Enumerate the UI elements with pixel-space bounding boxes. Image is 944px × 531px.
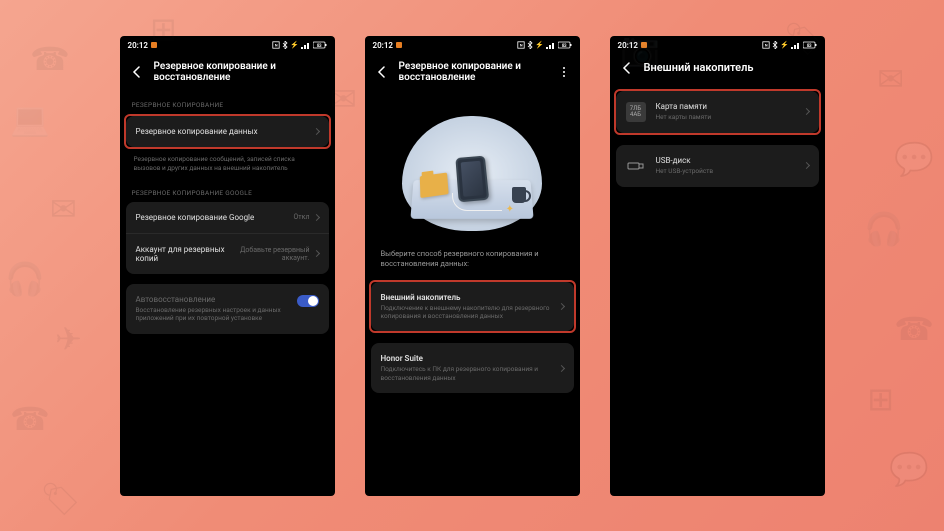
row-external-storage[interactable]: Внешний накопитель Подключение к внешнем… [371,282,574,332]
svg-text:N: N [765,43,768,48]
signal-icon [301,41,311,49]
google-backup-label: Резервное копирование Google [136,213,294,222]
sd-card-icon: 7ЛБ4АБ [626,102,646,122]
row-autorestore[interactable]: Автовосстановление Восстановление резерв… [126,284,329,334]
mute-icon: ⚡ [290,41,298,49]
row-honor-suite[interactable]: Honor Suite Подключитесь к ПК для резерв… [371,343,574,393]
google-backup-group: Резервное копирование Google Откл Аккаун… [126,202,329,274]
backup-prompt: Выберите способ резервного копирования и… [371,241,574,280]
autorestore-toggle[interactable] [297,295,319,307]
section-label-backup: РЕЗЕРВНОЕ КОПИРОВАНИЕ [126,91,329,114]
title-bar: Резервное копирование и восстановление [120,53,335,91]
backup-account-label: Аккаунт для резервных копий [136,245,240,263]
section-label-google: РЕЗЕРВНОЕ КОПИРОВАНИЕ GOOGLE [126,179,329,202]
backup-illustration: ✦ [402,116,542,231]
honor-suite-label: Honor Suite [381,354,559,363]
mute-icon: ⚡ [535,41,543,49]
bluetooth-icon [527,41,533,49]
nfc-icon: N [272,41,280,49]
external-storage-sub: Подключение к внешнему накопителю для ре… [381,304,559,321]
svg-text:N: N [275,43,278,48]
status-time: 20:12 [373,41,393,50]
battery-icon: 83 [313,41,327,49]
honor-suite-sub: Подключитесь к ПК для резервного копиров… [381,365,559,382]
chevron-right-icon [557,365,564,372]
notification-icon [396,42,402,48]
signal-icon [546,41,556,49]
bluetooth-icon [772,41,778,49]
chevron-right-icon [312,127,319,134]
external-storage-label: Внешний накопитель [381,293,559,302]
google-backup-value: Откл [293,213,309,221]
row-backup-account[interactable]: Аккаунт для резервных копий Добавьте рез… [126,234,329,274]
back-button[interactable] [130,65,144,79]
highlight-box: Внешний накопитель Подключение к внешнем… [369,280,576,334]
row-backup-data[interactable]: Резервное копирование данных [126,116,329,147]
chevron-right-icon [312,250,319,257]
more-menu-button[interactable] [558,67,570,77]
svg-text:N: N [520,43,523,48]
row-usb-disk[interactable]: USB-диск Нет USB-устройств [616,145,819,187]
autorestore-label: Автовосстановление [136,295,297,304]
page-title: Резервное копирование и восстановление [399,61,548,83]
row-sd-card[interactable]: 7ЛБ4АБ Карта памяти Нет карты памяти [616,91,819,133]
chevron-right-icon [802,162,809,169]
status-time: 20:12 [128,41,148,50]
sd-card-label: Карта памяти [656,102,804,111]
chevron-right-icon [312,214,319,221]
usb-disk-label: USB-диск [656,156,804,165]
phone-screen-2: 20:12 N ⚡ 83 Резервное копирование и вос… [365,36,580,496]
phone-screen-3: 20:12 N ⚡ 83 Внешний накопитель 7ЛБ4АБ К… [610,36,825,496]
title-bar: Резервное копирование и восстановление [365,53,580,91]
backup-account-value: Добавьте резервный аккаунт. [240,246,310,262]
nfc-icon: N [517,41,525,49]
page-title: Внешний накопитель [644,61,815,74]
battery-icon: 83 [558,41,572,49]
row-google-backup[interactable]: Резервное копирование Google Откл [126,202,329,234]
autorestore-sub: Восстановление резервных настроек и данн… [136,306,297,323]
backup-help-text: Резервное копирование сообщений, записей… [126,149,329,179]
page-title: Резервное копирование и восстановление [154,61,325,83]
phone-screen-1: 20:12 N ⚡ 83 Резервное копирование и вос… [120,36,335,496]
usb-disk-sub: Нет USB-устройств [656,167,804,175]
nfc-icon: N [762,41,770,49]
status-bar: 20:12 N ⚡ 83 [365,36,580,53]
chevron-right-icon [557,303,564,310]
sd-card-sub: Нет карты памяти [656,113,804,121]
back-button[interactable] [375,65,389,79]
highlight-box: 7ЛБ4АБ Карта памяти Нет карты памяти [614,89,821,135]
status-icons: N ⚡ 83 [517,41,571,49]
chevron-right-icon [802,108,809,115]
highlight-box: Резервное копирование данных [124,114,331,149]
usb-disk-icon [626,156,646,176]
backup-data-label: Резервное копирование данных [136,127,314,136]
status-icons: N ⚡ 83 [272,41,326,49]
bluetooth-icon [282,41,288,49]
